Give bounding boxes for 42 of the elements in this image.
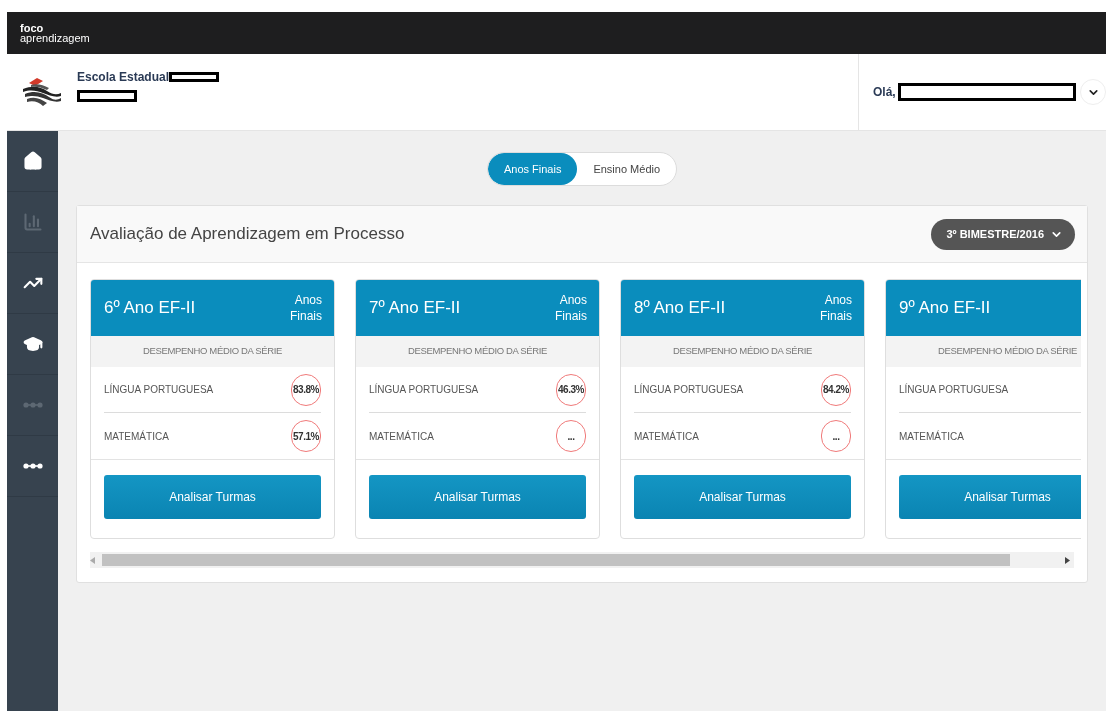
analyze-button[interactable]: Analisar Turmas: [899, 475, 1081, 519]
section-header: DESEMPENHO MÉDIO DA SÉRIE: [356, 336, 599, 367]
analyze-button[interactable]: Analisar Turmas: [369, 475, 586, 519]
home-icon: [22, 151, 43, 171]
panel-title: Avaliação de Aprendizagem em Processo: [90, 223, 405, 246]
period-dropdown[interactable]: 3º BIMESTRE/2016: [931, 218, 1075, 250]
grade-title: 6º Ano EF-II: [104, 297, 196, 320]
grade-title: 9º Ano EF-II: [899, 297, 991, 320]
segment-tab[interactable]: Ensino Médio: [577, 153, 677, 185]
scroll-right-icon[interactable]: [1065, 556, 1070, 564]
analyze-button[interactable]: Analisar Turmas: [104, 475, 321, 519]
dots-icon: [22, 402, 43, 408]
subject-label: MATEMÁTICA: [104, 429, 169, 444]
section-header: DESEMPENHO MÉDIO DA SÉRIE: [91, 336, 334, 367]
graduation-cap-icon: [22, 334, 43, 354]
scrollbar-thumb[interactable]: [102, 554, 1010, 566]
analyze-button[interactable]: Analisar Turmas: [634, 475, 851, 519]
bar-chart-icon: [22, 212, 43, 232]
greeting-text: Olá,: [873, 84, 896, 101]
horizontal-scrollbar[interactable]: [90, 552, 1074, 568]
grade-title: 7º Ano EF-II: [369, 297, 461, 320]
subject-label: LÍNGUA PORTUGUESA: [104, 382, 214, 397]
subject-label: LÍNGUA PORTUGUESA: [899, 382, 1009, 397]
redaction-box: [169, 72, 220, 82]
section-header: DESEMPENHO MÉDIO DA SÉRIE: [621, 336, 864, 367]
stage-label: Anos Finais: [820, 292, 852, 324]
school-name: Escola Estadual: [77, 69, 170, 86]
stage-label: Anos Finais: [290, 292, 322, 324]
subject-label: MATEMÁTICA: [634, 429, 699, 444]
brand-logo[interactable]: foco aprendizagem: [20, 23, 90, 43]
scroll-left-icon[interactable]: [90, 556, 95, 564]
redaction-box: [77, 90, 137, 102]
subject-label: MATEMÁTICA: [369, 429, 434, 444]
segment-tab[interactable]: Anos Finais: [487, 153, 578, 185]
grade-title: 8º Ano EF-II: [634, 297, 726, 320]
stage-label: Anos Finais: [555, 292, 587, 324]
subject-label: MATEMÁTICA: [899, 429, 964, 444]
subject-label: LÍNGUA PORTUGUESA: [369, 382, 479, 397]
section-header: DESEMPENHO MÉDIO DA SÉRIE: [886, 336, 1081, 367]
dots-icon: [22, 463, 43, 469]
state-emblem-icon: [21, 77, 63, 107]
subject-label: LÍNGUA PORTUGUESA: [634, 382, 744, 397]
